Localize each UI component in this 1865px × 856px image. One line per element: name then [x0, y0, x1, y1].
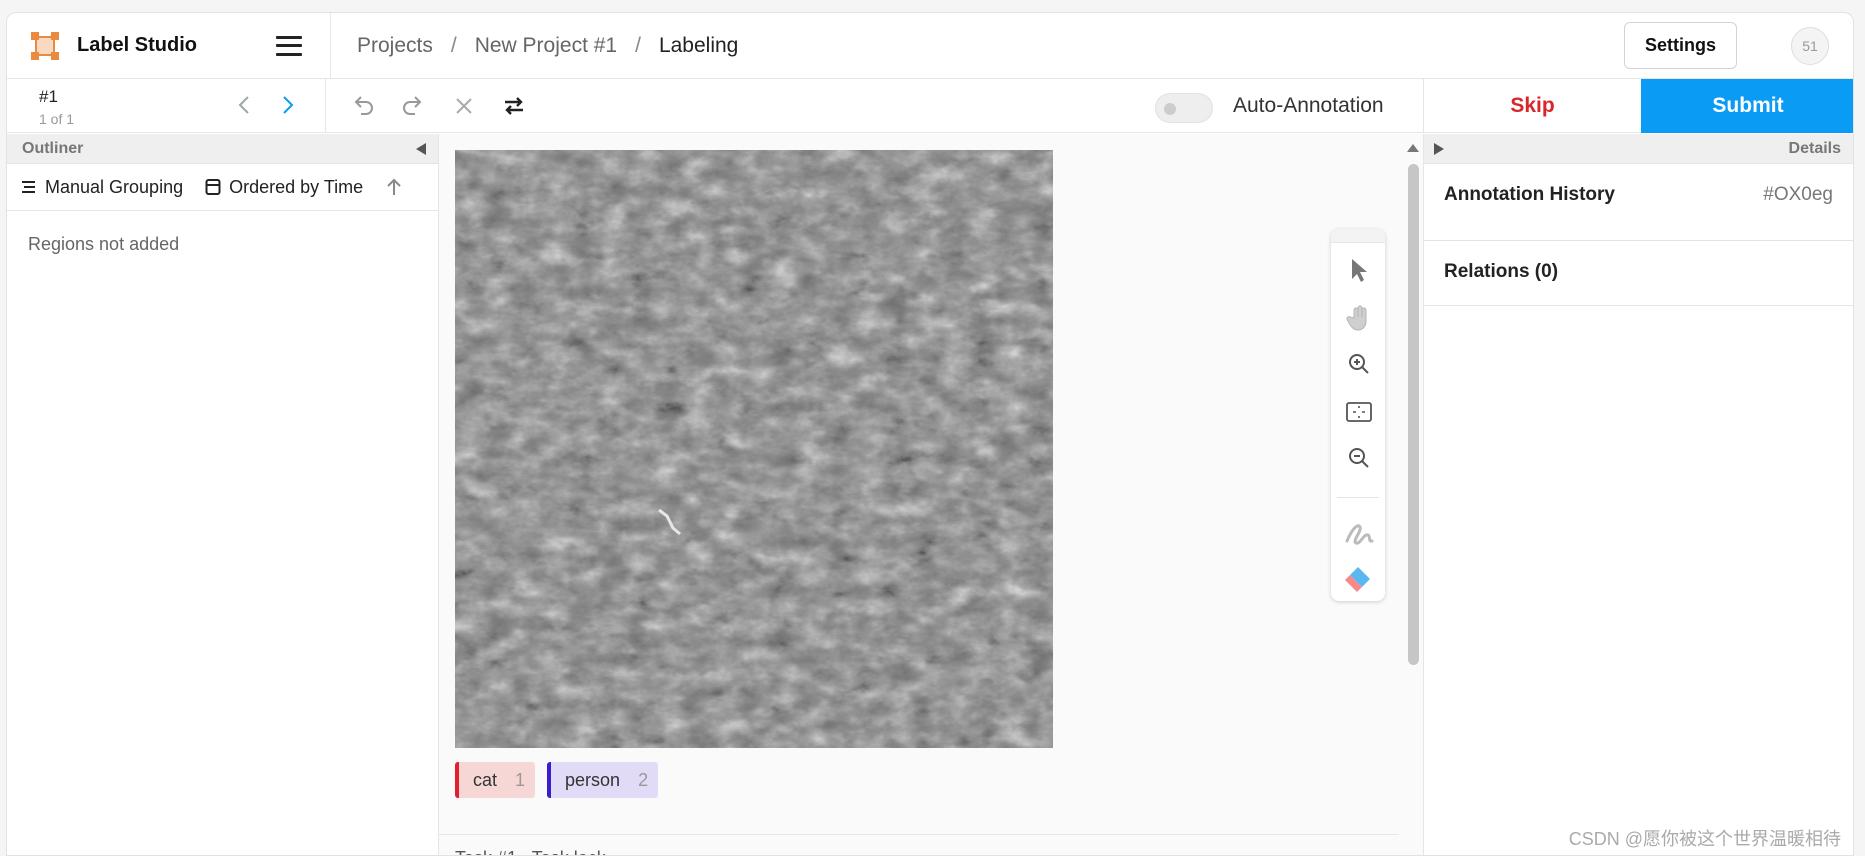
annotation-image[interactable] — [455, 150, 1053, 748]
task-label: Task #1 — [455, 848, 517, 855]
label-person[interactable]: person 2 — [547, 762, 659, 798]
grouping-selector[interactable]: Manual Grouping — [21, 177, 183, 198]
avatar[interactable]: 51 — [1791, 27, 1829, 65]
collapse-panel-icon[interactable] — [416, 143, 426, 155]
label-name: cat — [473, 769, 498, 790]
fit-to-screen-icon[interactable] — [1344, 397, 1374, 427]
label-hotkey: 1 — [515, 769, 526, 790]
relations-section[interactable]: Relations (0) — [1424, 241, 1853, 306]
drag-handle[interactable] — [1331, 229, 1385, 243]
clear-icon[interactable] — [451, 93, 477, 119]
label-studio-logo-icon — [31, 31, 59, 60]
chevron-right-icon[interactable] — [275, 93, 299, 117]
breadcrumb-separator: / — [635, 33, 641, 57]
brush-icon[interactable] — [1344, 519, 1374, 549]
breadcrumb-separator: / — [450, 33, 457, 57]
zoom-in-icon[interactable] — [1344, 349, 1374, 379]
outliner-panel: Outliner Manual Grouping Ordered by Time… — [7, 134, 439, 855]
annotation-history-section[interactable]: Annotation History #OX0eg — [1424, 164, 1853, 241]
eraser-icon[interactable] — [1344, 563, 1374, 593]
menu-icon[interactable] — [276, 35, 302, 56]
sort-ascending-icon[interactable] — [385, 177, 403, 197]
calendar-icon — [205, 179, 221, 195]
regions-empty-text: Regions not added — [28, 234, 180, 254]
outliner-controls: Manual Grouping Ordered by Time — [7, 164, 438, 211]
label-cat[interactable]: cat 1 — [455, 762, 536, 798]
list-icon — [22, 181, 35, 193]
ordering-label: Ordered by Time — [229, 176, 364, 197]
breadcrumb-current: Labeling — [658, 33, 739, 57]
settings-sliders-icon[interactable] — [501, 93, 527, 119]
image-tools-palette — [1331, 229, 1385, 601]
labeling-app: Label Studio Projects / New Project #1 /… — [6, 12, 1854, 856]
outliner-header: Outliner — [7, 134, 438, 164]
settings-button[interactable]: Settings — [1624, 22, 1737, 69]
auto-annotation-label: Auto-Annotation — [1233, 94, 1384, 117]
breadcrumb: Projects / New Project #1 / Labeling — [331, 34, 738, 58]
top-bar: Label Studio Projects / New Project #1 /… — [7, 13, 1853, 79]
redo-icon[interactable] — [399, 93, 425, 119]
expand-panel-icon[interactable] — [1434, 143, 1444, 155]
relations-label: Relations (0) — [1444, 261, 1559, 282]
ordering-selector[interactable]: Ordered by Time — [205, 177, 363, 198]
details-title: Details — [1788, 140, 1841, 157]
scroll-up-icon[interactable] — [1407, 144, 1419, 152]
canvas-scrollbar[interactable] — [1403, 134, 1423, 855]
task-id: #1 — [39, 87, 58, 106]
pointer-icon[interactable] — [1344, 255, 1374, 285]
scrollbar-thumb[interactable] — [1408, 164, 1419, 665]
annotation-id: #OX0eg — [1763, 184, 1833, 205]
task-footer: Task #1 Task lock — [439, 834, 1399, 855]
skip-button[interactable]: Skip — [1423, 79, 1641, 133]
image-canvas-area: cat 1 person 2 Task #1 Task lock — [439, 134, 1423, 855]
chevron-left-icon[interactable] — [233, 93, 257, 117]
watermark: CSDN @愿你被这个世界温暖相待 — [1568, 829, 1841, 849]
breadcrumb-projects[interactable]: Projects — [357, 34, 433, 58]
annotation-history-label: Annotation History — [1444, 184, 1615, 205]
task-lock-label: Task lock — [532, 848, 606, 855]
zoom-out-icon[interactable] — [1344, 443, 1374, 473]
label-hotkey: 2 — [638, 769, 649, 790]
brand-area: Label Studio — [7, 13, 331, 79]
grouping-label: Manual Grouping — [45, 176, 184, 197]
details-header: Details — [1424, 134, 1853, 164]
outliner-title: Outliner — [22, 140, 84, 157]
hand-pan-icon[interactable] — [1344, 303, 1374, 333]
app-name: Label Studio — [77, 34, 197, 56]
undo-icon[interactable] — [351, 93, 377, 119]
task-position: 1 of 1 — [39, 111, 75, 127]
label-name: person — [565, 769, 621, 790]
annotation-toolbar: #1 1 of 1 Auto-Annotation — [7, 79, 1423, 133]
auto-annotation-toggle[interactable] — [1155, 93, 1213, 123]
breadcrumb-project[interactable]: New Project #1 — [475, 34, 617, 58]
submit-button[interactable]: Submit — [1641, 79, 1853, 133]
details-panel: Details Annotation History #OX0eg Relati… — [1423, 134, 1853, 855]
label-palette: cat 1 person 2 — [455, 762, 670, 798]
